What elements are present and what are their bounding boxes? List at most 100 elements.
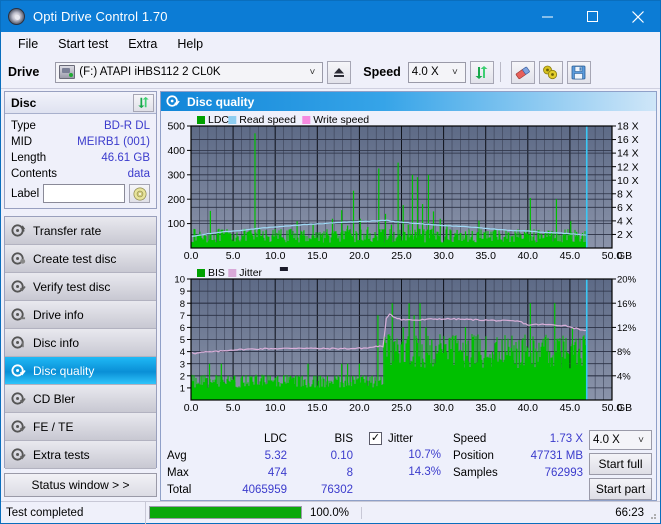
- svg-text:16 X: 16 X: [617, 134, 639, 146]
- close-icon[interactable]: [615, 1, 660, 32]
- start-part-button[interactable]: Start part: [589, 478, 652, 500]
- stats-row-label: Total: [167, 483, 192, 496]
- disc-drive-icon: [11, 307, 26, 322]
- menu-item-file[interactable]: File: [9, 35, 47, 53]
- content-header: Disc quality: [161, 92, 656, 111]
- svg-text:4: 4: [180, 347, 185, 358]
- refresh-button[interactable]: [469, 60, 494, 84]
- stats-bis-total: 76302: [321, 483, 353, 496]
- speed-select[interactable]: 4.0 X ˅: [407, 61, 466, 83]
- stats-row-total: Total 4065959 76302: [167, 481, 353, 498]
- jitter-header: ✓ Jitter: [369, 430, 441, 447]
- resize-grip[interactable]: [647, 510, 657, 520]
- svg-text:40.0: 40.0: [518, 402, 539, 414]
- svg-text:16%: 16%: [617, 299, 637, 310]
- menu-item-start-test[interactable]: Start test: [49, 35, 117, 53]
- sidebar-item-drive-info[interactable]: Drive info: [5, 301, 156, 329]
- disc-row-contents: Contents data: [11, 166, 150, 181]
- samples-stat-label: Samples: [453, 466, 498, 479]
- svg-text:0.0: 0.0: [184, 250, 199, 262]
- progress-percent: 100.0%: [310, 506, 350, 519]
- svg-text:12%: 12%: [617, 323, 637, 334]
- disc-row-key: Length: [11, 151, 47, 164]
- disc-row-value: BD-R DL: [103, 119, 150, 132]
- app-disc-icon: [8, 8, 25, 25]
- svg-text:400: 400: [167, 145, 185, 157]
- tag-button[interactable]: [538, 60, 563, 84]
- stats-panel: LDC BIS Avg 5.32 0.10 Max 474 8 Total 40…: [161, 428, 656, 500]
- svg-text:45.0: 45.0: [560, 402, 581, 414]
- svg-text:20.0: 20.0: [349, 402, 370, 414]
- chevron-down-icon: ˅: [309, 66, 316, 78]
- disc-create-icon: [11, 251, 26, 266]
- eject-button[interactable]: [327, 60, 352, 84]
- sidebar-item-create-test-disc[interactable]: Create test disc: [5, 245, 156, 273]
- disc-label-key: Label: [11, 187, 40, 200]
- svg-text:8%: 8%: [617, 347, 631, 358]
- sidebar-item-label: Create test disc: [33, 251, 117, 266]
- minimize-icon[interactable]: [525, 1, 570, 32]
- sidebar-item-extra-tests[interactable]: Extra tests: [5, 441, 156, 469]
- svg-text:3: 3: [180, 359, 185, 370]
- disc-label-row: Label: [11, 184, 150, 203]
- jitter-label: Jitter: [388, 432, 413, 445]
- disc-label-button[interactable]: [129, 184, 150, 203]
- jitter-checkbox[interactable]: ✓: [369, 432, 382, 445]
- menu-item-help[interactable]: Help: [168, 35, 212, 53]
- stats-row-speed: Speed 1.73 X: [453, 430, 583, 447]
- start-full-button[interactable]: Start full: [589, 453, 652, 475]
- svg-text:30.0: 30.0: [433, 250, 454, 262]
- svg-text:Jitter: Jitter: [239, 267, 262, 279]
- sidebar-item-disc-info[interactable]: Disc info: [5, 329, 156, 357]
- nav-list: Transfer rate Create test disc Verify te…: [4, 216, 157, 469]
- drive-select[interactable]: (F:) ATAPI iHBS112 2 CL0K ˅: [55, 61, 324, 83]
- window-controls: [525, 1, 660, 32]
- menu-item-extra[interactable]: Extra: [119, 35, 166, 53]
- stats-ldc-avg: 5.32: [264, 449, 287, 462]
- speed-label: Speed: [363, 65, 401, 79]
- speed-select-value: 4.0 X: [411, 66, 439, 78]
- progress-cell: [145, 501, 305, 524]
- svg-text:Read speed: Read speed: [239, 114, 296, 126]
- eraser-button[interactable]: [510, 60, 535, 84]
- status-window-button[interactable]: Status window > >: [4, 473, 157, 497]
- stats-row-avg: Avg 5.32 0.10: [167, 447, 353, 464]
- svg-text:Write speed: Write speed: [313, 114, 369, 126]
- svg-text:35.0: 35.0: [475, 250, 496, 262]
- bis-jitter-chart: 1 2 3 4 5 6 7 8 9 10 4% 8% 12% 16% 20% 0.0 5.0 10.0 15.0 20…: [161, 264, 656, 416]
- sidebar-item-transfer-rate[interactable]: Transfer rate: [5, 217, 156, 245]
- status-text: Test completed: [6, 506, 84, 519]
- svg-text:10: 10: [174, 275, 185, 286]
- elapsed-time: 66:23: [361, 506, 660, 519]
- svg-text:14 X: 14 X: [617, 148, 639, 160]
- svg-text:4 X: 4 X: [617, 215, 633, 227]
- svg-text:GB: GB: [617, 402, 632, 414]
- stats-row-label: Max: [167, 466, 189, 479]
- stats-col-bis: BIS: [334, 432, 353, 445]
- samples-stat-value: 762993: [544, 466, 583, 479]
- sidebar-item-label: FE / TE: [33, 419, 74, 434]
- sidebar-item-disc-quality[interactable]: Disc quality: [5, 357, 156, 385]
- disc-row-key: MID: [11, 135, 33, 148]
- svg-text:9: 9: [180, 287, 185, 298]
- disc-refresh-button[interactable]: [133, 93, 154, 112]
- toolbar-separator: [499, 62, 501, 82]
- disc-panel-header: Disc: [5, 92, 156, 114]
- jitter-stats: ✓ Jitter 10.7% 14.3%: [369, 430, 441, 500]
- maximize-icon[interactable]: [570, 1, 615, 32]
- svg-text:35.0: 35.0: [475, 402, 496, 414]
- app-window: Opti Drive Control 1.70 File Start test …: [0, 0, 661, 524]
- sidebar-item-cd-bler[interactable]: CD Bler: [5, 385, 156, 413]
- sidebar-item-label: Transfer rate: [33, 223, 102, 238]
- sidebar-item-label: CD Bler: [33, 391, 76, 406]
- test-speed-select[interactable]: 4.0 X ˅: [589, 430, 652, 450]
- disc-label-input[interactable]: [43, 184, 125, 203]
- page-title: Disc quality: [187, 94, 255, 109]
- drive-select-value: (F:) ATAPI iHBS112 2 CL0K: [79, 66, 221, 78]
- save-button[interactable]: [566, 60, 591, 84]
- sidebar-item-verify-test-disc[interactable]: Verify test disc: [5, 273, 156, 301]
- svg-text:7: 7: [180, 311, 185, 322]
- svg-text:25.0: 25.0: [391, 402, 412, 414]
- disc-panel: Disc Type BD-R DL MID MEIRB1 (001) Lengt…: [4, 91, 157, 209]
- sidebar-item-fe-te[interactable]: FE / TE: [5, 413, 156, 441]
